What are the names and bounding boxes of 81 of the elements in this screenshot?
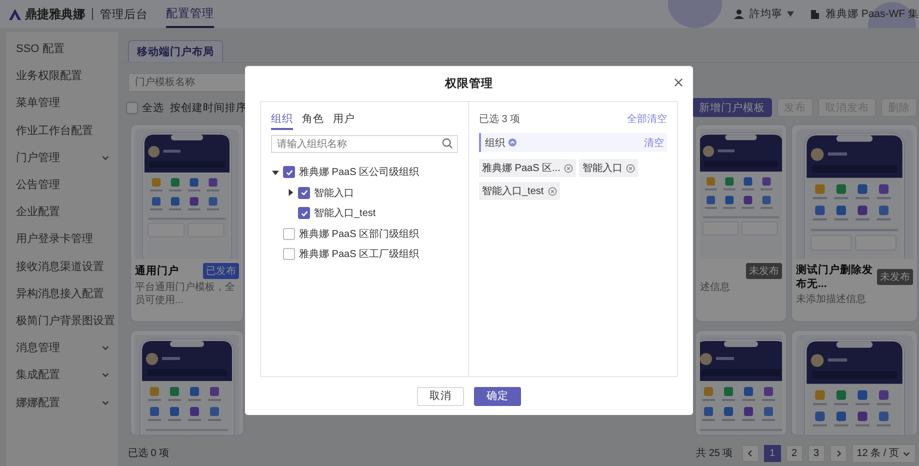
tree-item[interactable]: 雅典娜 PaaS 区工厂级组织 — [271, 244, 458, 264]
dialog-button[interactable]: 确定 — [474, 386, 521, 406]
remove-icon[interactable] — [564, 164, 574, 172]
dialog-title: 权限管理 — [445, 76, 493, 91]
total-count: 共 25 项 — [696, 446, 733, 460]
selected-count: 已选 0 项 — [128, 446, 170, 460]
next-page-button[interactable] — [830, 444, 847, 462]
sidebar-item[interactable]: 异构消息接入配置 — [6, 280, 118, 307]
tree-item[interactable]: 雅典娜 PaaS 区部门级组织 — [271, 224, 458, 244]
status-badge: 未发布 — [877, 269, 913, 285]
checkbox[interactable] — [283, 228, 295, 240]
page-size-select[interactable]: 12 条 / 页 — [852, 444, 916, 462]
search-field[interactable]: 请输入组织名称 — [271, 135, 458, 153]
page-button[interactable]: 1 — [764, 444, 781, 462]
tab[interactable]: 用户 — [333, 112, 355, 130]
tree-item[interactable]: 雅典娜 PaaS 区公司级组织 — [271, 162, 458, 182]
sidebar-item[interactable]: 作业工作台配置 — [6, 116, 118, 144]
card-title: 测试门户删除发布无... — [796, 263, 874, 291]
page-button[interactable]: 3 — [808, 444, 825, 462]
sidebar-item[interactable]: 企业配置 — [6, 198, 118, 226]
selected-tag: 雅典娜 PaaS 区... — [479, 159, 576, 177]
checkbox[interactable] — [298, 186, 310, 199]
sidebar-item[interactable]: 娜娜配置 — [6, 388, 118, 416]
caret-icon[interactable] — [272, 168, 278, 176]
dialog-button[interactable]: 取消 — [417, 386, 464, 406]
checkbox[interactable] — [283, 166, 295, 178]
checkbox[interactable] — [126, 102, 138, 114]
previous-page-button[interactable] — [742, 444, 759, 462]
card-description: 述信息 — [700, 282, 731, 294]
tree-item[interactable]: 智能入口 — [286, 182, 458, 203]
sidebar-item[interactable]: 业务权限配置 — [6, 62, 118, 90]
checkmark-icon — [300, 188, 308, 198]
collapse-icon[interactable] — [508, 138, 517, 147]
sidebar-item[interactable]: 集成配置 — [6, 361, 118, 388]
group-label: 组织 — [485, 136, 505, 150]
selected-summary: 已选 3 项 — [479, 112, 520, 126]
close-icon[interactable] — [674, 78, 683, 87]
clear-link[interactable]: 清空 — [644, 136, 664, 150]
page-button[interactable]: 2 — [786, 444, 803, 462]
chevron-left-icon — [746, 448, 755, 458]
search-icon[interactable] — [442, 138, 453, 149]
status-badge: 未发布 — [746, 263, 782, 279]
action-button[interactable]: 新增门户模板 — [692, 98, 772, 117]
sidebar-item[interactable]: SSO 配置 — [6, 35, 118, 62]
sidebar-item[interactable]: 消息管理 — [6, 334, 118, 362]
tab[interactable]: 角色 — [302, 112, 324, 130]
brand-name: 鼎捷雅典娜 — [25, 6, 85, 22]
user-name[interactable]: 許均寧 — [749, 7, 782, 21]
sidebar-item[interactable]: 菜单管理 — [6, 89, 118, 117]
template-card[interactable]: 通用门户 已发布 平台通用门户模板，全员可使用... — [130, 124, 244, 322]
sidebar-item[interactable]: 接收消息渠道设置 — [6, 252, 118, 280]
selected-tag: 智能入口 — [579, 159, 638, 177]
checkbox[interactable] — [283, 248, 295, 260]
selected-tag: 智能入口_test — [479, 182, 560, 200]
tab[interactable]: 移动端门户布局 — [128, 40, 223, 62]
remove-icon[interactable] — [626, 164, 636, 172]
card-title: 通用门户 — [135, 264, 180, 278]
tree-item[interactable]: 智能入口_test — [286, 203, 458, 224]
remove-icon[interactable] — [548, 186, 557, 196]
template-card[interactable]: 未发布 述信息 — [695, 124, 787, 322]
organization-name[interactable]: 雅典娜 Paas-WF 集 — [825, 7, 919, 21]
group-header[interactable]: 组织 清空 — [479, 133, 667, 152]
checkmark-icon — [284, 168, 294, 177]
sidebar-item[interactable]: 公告管理 — [6, 170, 118, 198]
tab[interactable]: 组织 — [271, 112, 293, 130]
sidebar-item[interactable]: 极简门户背景图设置 — [6, 306, 118, 334]
app-title: 管理后台 — [100, 8, 148, 22]
select-all-label[interactable]: 全选 — [142, 100, 164, 114]
caret-icon[interactable] — [286, 189, 294, 196]
card-description: 平台通用门户模板，全员可使用... — [135, 282, 236, 307]
logo-icon — [8, 8, 22, 20]
nav-tab[interactable]: 配置管理 — [166, 0, 214, 28]
sidebar-item[interactable]: 门户管理 — [6, 144, 118, 171]
status-badge: 已发布 — [203, 263, 239, 279]
card-description: 未添加描述信息 — [796, 294, 867, 306]
building-icon — [810, 9, 820, 19]
checkbox[interactable] — [298, 207, 310, 220]
user-icon — [734, 9, 744, 19]
sidebar-item[interactable]: 用户登录卡管理 — [6, 225, 118, 252]
clear-all-link[interactable]: 全部清空 — [627, 112, 667, 126]
checkmark-icon — [300, 208, 308, 218]
